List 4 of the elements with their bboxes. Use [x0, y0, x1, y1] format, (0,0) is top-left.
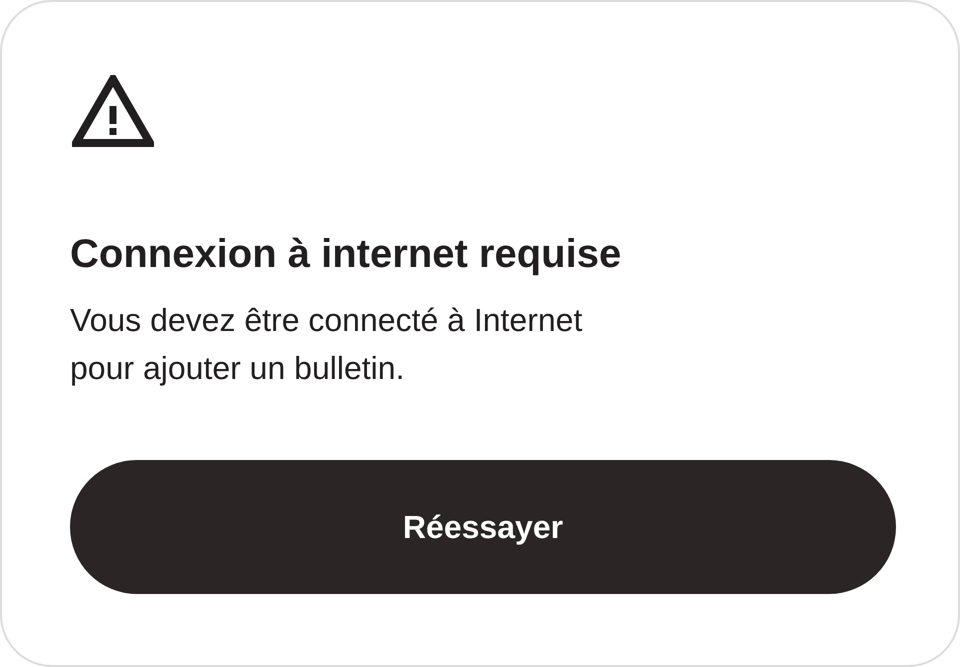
warning-icon	[72, 75, 154, 147]
dialog-title: Connexion à internet requise	[70, 231, 622, 278]
dialog-message: Vous devez être connecté à Internet pour ajouter un bulletin.	[70, 301, 584, 388]
retry-button[interactable]: Réessayer	[70, 460, 896, 594]
